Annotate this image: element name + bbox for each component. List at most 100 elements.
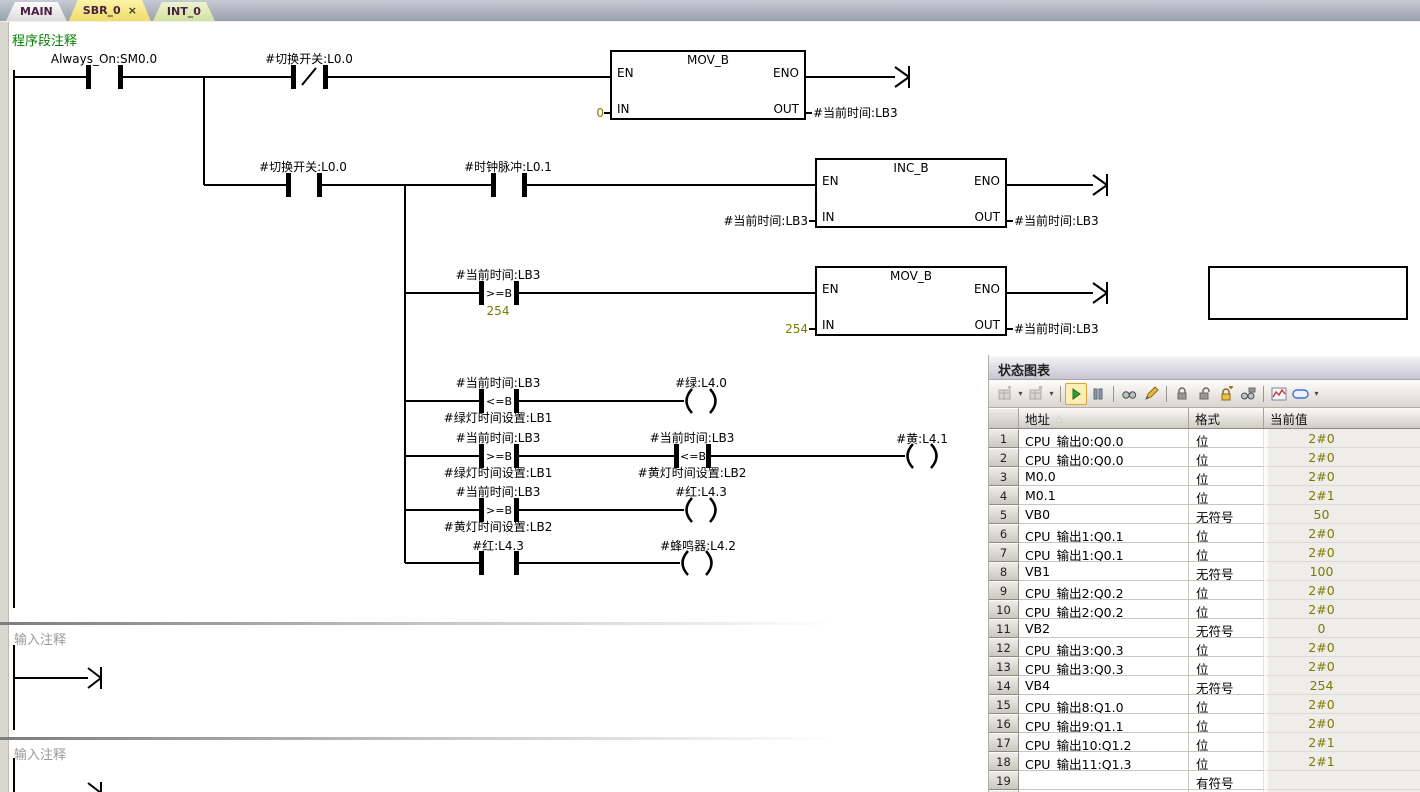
row-number[interactable]: 9 [989,581,1019,600]
input-comment-placeholder[interactable]: 输入注释 [14,744,66,763]
bookmark-menu-icon[interactable]: ▾ [1312,389,1321,398]
table-row[interactable]: 16 CPU_输出9:Q1.1 位 2#0 [989,714,1420,733]
compare-operand[interactable]: #当前时间:LB3 [456,431,541,445]
value-cell[interactable]: 2#0 [1264,695,1420,714]
value-cell[interactable]: 2#0 [1264,600,1420,619]
address-cell[interactable]: CPU_输出3:Q0.3 [1019,638,1189,657]
table-row[interactable]: 6 CPU_输出1:Q0.1 位 2#0 [989,524,1420,543]
table-row[interactable]: 3 M0.0 位 2#0 [989,467,1420,486]
value-cell[interactable]: 2#0 [1264,467,1420,486]
table-row[interactable]: 18 CPU_输出11:Q1.3 位 2#1 [989,752,1420,771]
table-row[interactable]: 15 CPU_输出8:Q1.0 位 2#0 [989,695,1420,714]
contact-operand[interactable]: #红:L4.3 [472,539,524,553]
write-icon[interactable] [1140,383,1162,405]
empty-selection-box[interactable] [1208,266,1408,320]
address-cell[interactable] [1019,771,1189,790]
address-cell[interactable]: VB2 [1019,619,1189,638]
compare-operand[interactable]: #当前时间:LB3 [456,376,541,390]
value-cell[interactable]: 2#0 [1264,429,1420,448]
read-forced-icon[interactable] [1237,383,1259,405]
out-operand[interactable]: #当前时间:LB3 [813,106,898,120]
table-row[interactable]: 13 CPU_输出3:Q0.3 位 2#0 [989,657,1420,676]
compare-setpoint[interactable]: #绿灯时间设置:LB1 [444,411,553,425]
insert-row-menu-icon[interactable]: ▾ [1016,389,1025,398]
contact-operand[interactable]: #时钟脉冲:L0.1 [464,160,552,174]
tab-sbr0[interactable]: SBR_0× [69,0,151,21]
value-cell[interactable]: 2#1 [1264,733,1420,752]
corner-header-cell[interactable] [989,408,1019,428]
compare-operand[interactable]: #当前时间:LB3 [456,268,541,282]
value-cell[interactable]: 2#1 [1264,486,1420,505]
table-row[interactable]: 10 CPU_输出2:Q0.2 位 2#0 [989,600,1420,619]
format-cell[interactable]: 位 [1189,600,1264,619]
value-cell[interactable]: 2#0 [1264,657,1420,676]
row-number[interactable]: 2 [989,448,1019,467]
row-number[interactable]: 12 [989,638,1019,657]
format-cell[interactable]: 位 [1189,448,1264,467]
delete-row-menu-icon[interactable]: ▾ [1047,389,1056,398]
format-cell[interactable]: 位 [1189,695,1264,714]
compare-setpoint[interactable]: #黄灯时间设置:LB2 [638,466,747,480]
format-cell[interactable]: 有符号 [1189,771,1264,790]
force-all-icon[interactable] [1215,383,1237,405]
row-number[interactable]: 16 [989,714,1019,733]
table-row[interactable]: 9 CPU_输出2:Q0.2 位 2#0 [989,581,1420,600]
unforce-icon[interactable] [1193,383,1215,405]
address-cell[interactable]: CPU_输出0:Q0.0 [1019,448,1189,467]
coil-operand[interactable]: #红:L4.3 [675,485,727,499]
format-cell[interactable]: 位 [1189,714,1264,733]
row-number[interactable]: 5 [989,505,1019,524]
read-once-icon[interactable] [1118,383,1140,405]
table-row[interactable]: 11 VB2 无符号 0 [989,619,1420,638]
address-cell[interactable]: VB1 [1019,562,1189,581]
table-row[interactable]: 17 CPU_输出10:Q1.2 位 2#1 [989,733,1420,752]
coil-operand[interactable]: #黄:L4.1 [896,432,948,446]
pause-chart-icon[interactable] [1087,383,1109,405]
table-row[interactable]: 14 VB4 无符号 254 [989,676,1420,695]
address-cell[interactable]: VB4 [1019,676,1189,695]
out-operand[interactable]: #当前时间:LB3 [1014,214,1099,228]
row-number[interactable]: 19 [989,771,1019,790]
compare-setpoint[interactable]: #绿灯时间设置:LB1 [444,466,553,480]
address-cell[interactable]: CPU_输出8:Q1.0 [1019,695,1189,714]
table-row[interactable]: 19 有符号 [989,771,1420,790]
value-cell[interactable]: 2#0 [1264,714,1420,733]
coil-operand[interactable]: #绿:L4.0 [675,376,727,390]
table-row[interactable]: 2 CPU_输出0:Q0.0 位 2#0 [989,448,1420,467]
bookmark-icon[interactable] [1290,383,1312,405]
in-constant[interactable]: 254 [785,322,808,336]
trend-view-icon[interactable] [1268,383,1290,405]
row-number[interactable]: 6 [989,524,1019,543]
tab-main[interactable]: MAIN [6,2,67,21]
compare-setpoint[interactable]: #黄灯时间设置:LB2 [444,520,553,534]
chart-status-on-icon[interactable] [1065,383,1087,405]
inc-b-box[interactable]: INC_B EN ENO IN OUT [815,158,1007,228]
format-cell[interactable]: 无符号 [1189,619,1264,638]
table-row[interactable]: 7 CPU_输出1:Q0.1 位 2#0 [989,543,1420,562]
address-cell[interactable]: CPU_输出2:Q0.2 [1019,600,1189,619]
compare-operand[interactable]: #当前时间:LB3 [456,485,541,499]
value-cell[interactable]: 2#0 [1264,638,1420,657]
value-cell[interactable] [1264,771,1420,790]
table-row[interactable]: 1 CPU_输出0:Q0.0 位 2#0 [989,429,1420,448]
row-number[interactable]: 7 [989,543,1019,562]
value-cell[interactable]: 2#0 [1264,581,1420,600]
contact-operand[interactable]: Always_On:SM0.0 [51,52,157,66]
value-cell[interactable]: 0 [1264,619,1420,638]
row-number[interactable]: 1 [989,429,1019,448]
row-number[interactable]: 4 [989,486,1019,505]
value-cell[interactable]: 50 [1264,505,1420,524]
format-cell[interactable]: 位 [1189,467,1264,486]
value-cell[interactable]: 2#0 [1264,524,1420,543]
contact-operand[interactable]: #切换开关:L0.0 [259,160,347,174]
mov-b-box-1[interactable]: MOV_B EN ENO IN OUT [610,50,806,120]
in-constant[interactable]: 0 [596,106,604,120]
row-number[interactable]: 15 [989,695,1019,714]
format-cell[interactable]: 无符号 [1189,562,1264,581]
format-cell[interactable]: 位 [1189,581,1264,600]
format-column-header[interactable]: 格式 [1189,408,1264,428]
row-number[interactable]: 10 [989,600,1019,619]
table-row[interactable]: 8 VB1 无符号 100 [989,562,1420,581]
force-icon[interactable] [1171,383,1193,405]
row-number[interactable]: 3 [989,467,1019,486]
